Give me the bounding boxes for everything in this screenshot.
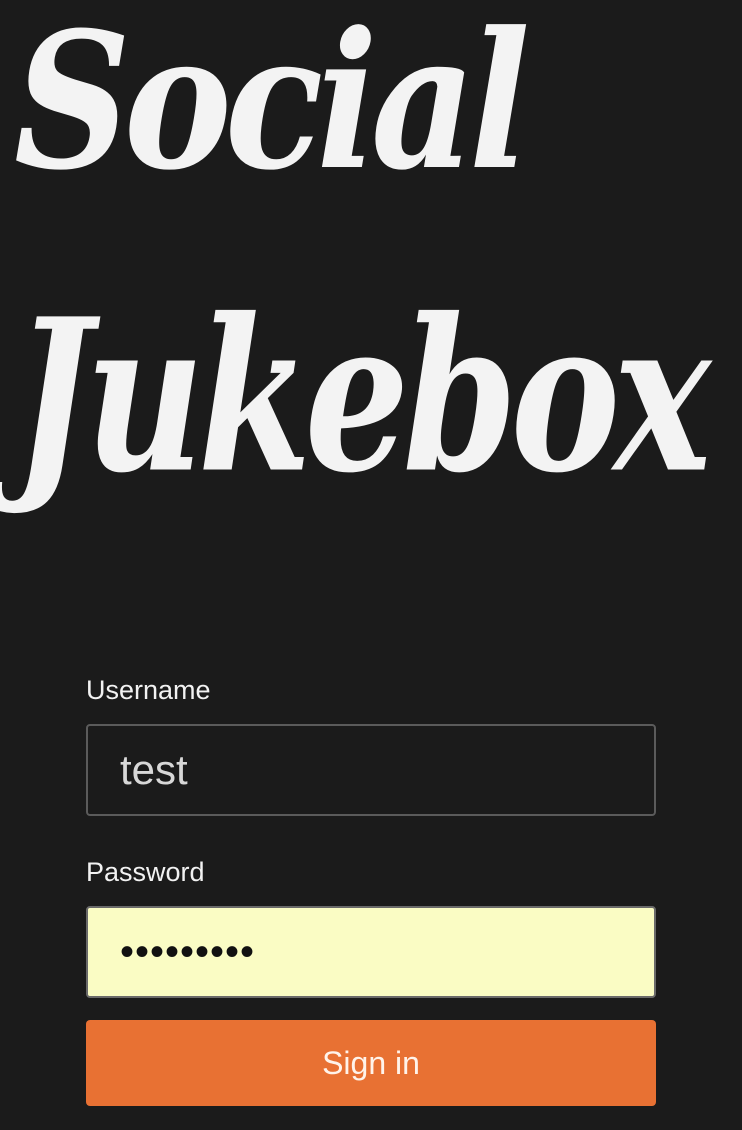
password-label: Password — [86, 857, 205, 887]
username-label: Username — [86, 675, 211, 705]
sign-in-button[interactable]: Sign in — [86, 1020, 656, 1106]
app-logo-line-1: Social — [14, 0, 530, 212]
app-logo: Social Jukebox — [0, 0, 742, 560]
password-input[interactable] — [86, 906, 656, 998]
app-logo-line-2: Jukebox — [14, 273, 711, 520]
login-form: Username Password Sign in — [86, 674, 656, 1106]
username-input[interactable] — [86, 724, 656, 816]
